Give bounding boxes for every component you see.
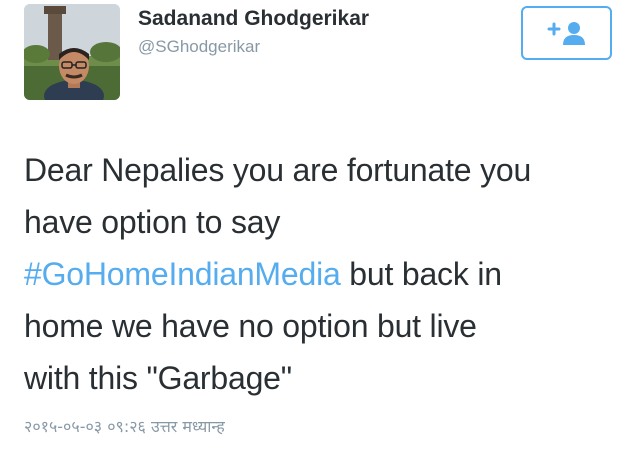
tweet-line: but back in (340, 256, 502, 292)
tweet-line: Dear Nepalies you are fortunate you (24, 152, 532, 188)
hashtag-link[interactable]: #GoHomeIndianMedia (24, 256, 341, 292)
tweet-text: Dear Nepalies you are fortunate you have… (24, 144, 624, 404)
tweet-timestamp[interactable]: २०१५-०५-०३ ०९:२६ उत्तर मध्यान्ह (24, 415, 225, 437)
user-handle[interactable]: @SGhodgerikar (138, 37, 260, 57)
profile-photo-icon (24, 4, 120, 100)
display-name[interactable]: Sadanand Ghodgerikar (138, 7, 369, 31)
follow-button[interactable] (521, 6, 612, 60)
avatar[interactable] (24, 4, 120, 100)
tweet-line: have option to say (24, 204, 281, 240)
tweet-line: home we have no option but live (24, 308, 477, 344)
add-person-icon (547, 22, 585, 45)
tweet-line: with this "Garbage" (24, 360, 292, 396)
